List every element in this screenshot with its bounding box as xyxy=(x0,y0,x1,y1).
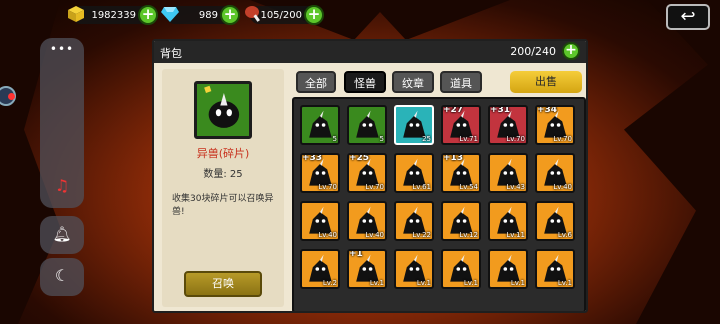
monster-level-label: Lv.70 xyxy=(553,135,572,143)
return-arrow-icon: ↩ xyxy=(680,6,696,27)
monster-slot[interactable]: Lv.43 xyxy=(488,153,528,193)
monster-slot[interactable]: Lv.6 xyxy=(535,201,575,241)
add-meat-button[interactable]: + xyxy=(304,5,324,25)
sell-button[interactable]: 出售 xyxy=(510,71,582,93)
gold-icon xyxy=(66,4,86,24)
monster-slot[interactable]: +33 Lv.70 xyxy=(300,153,340,193)
monster-level-label: Lv.22 xyxy=(412,231,431,239)
gold-counter: 1982339 + xyxy=(68,5,158,25)
monster-slot[interactable]: +34 Lv.70 xyxy=(535,105,575,145)
selected-item-description: 收集30块碎片可以召唤异兽! xyxy=(172,194,274,217)
monster-slot[interactable]: +1 Lv.1 xyxy=(347,249,387,289)
moon-icon: ☾ xyxy=(54,266,70,285)
monster-level-label: Lv.6 xyxy=(557,231,572,239)
monster-level-label: Lv.1 xyxy=(557,279,572,287)
panel-titlebar: 背包 200/240 + xyxy=(154,41,586,63)
monster-level-label: Lv.40 xyxy=(318,231,337,239)
monster-level-label: Lv.71 xyxy=(459,135,478,143)
monster-level-label: Lv.70 xyxy=(365,183,384,191)
monster-slot[interactable]: Lv.11 xyxy=(488,201,528,241)
monster-level-label: Lv.40 xyxy=(553,183,572,191)
monster-slot[interactable]: +27 Lv.71 xyxy=(441,105,481,145)
monster-level-label: 5 xyxy=(332,135,337,143)
monster-level-label: Lv.70 xyxy=(506,135,525,143)
monster-level-label: Lv.2 xyxy=(322,279,337,287)
monster-level-label: Lv.11 xyxy=(506,231,525,239)
bell-icon: 🔔︎ xyxy=(52,225,72,243)
meat-value: 105/200 xyxy=(260,9,302,21)
monster-star-bonus: +13 xyxy=(443,153,464,163)
monster-slot[interactable]: Lv.22 xyxy=(394,201,434,241)
more-dots-icon[interactable]: ••• xyxy=(40,42,84,56)
backpack-panel: 背包 200/240 + 异兽(碎片) 数量: 25 收集30块碎片可以召唤异兽… xyxy=(152,39,588,313)
monster-slot[interactable]: +25 Lv.70 xyxy=(347,153,387,193)
monster-level-label: Lv.12 xyxy=(459,231,478,239)
monster-star-bonus: +33 xyxy=(302,153,323,163)
music-off-icon[interactable]: ♫ xyxy=(40,176,84,195)
monster-slot[interactable]: 5 xyxy=(347,105,387,145)
monster-level-label: Lv.54 xyxy=(459,183,478,191)
monster-level-label: 25 xyxy=(422,135,431,143)
capacity-value: 200/240 xyxy=(510,45,556,58)
meat-icon xyxy=(244,4,264,24)
monster-slot[interactable]: 25 xyxy=(394,105,434,145)
back-button[interactable]: ↩ xyxy=(666,4,710,30)
item-detail-pane: 异兽(碎片) 数量: 25 收集30块碎片可以召唤异兽! 召唤 xyxy=(162,69,284,307)
monster-level-label: Lv.43 xyxy=(506,183,525,191)
monster-level-label: Lv.1 xyxy=(369,279,384,287)
monster-star-bonus: +1 xyxy=(349,249,363,259)
tab-emblems[interactable]: 纹章 xyxy=(392,71,434,93)
monster-level-label: Lv.61 xyxy=(412,183,431,191)
monster-slot[interactable]: +13 Lv.54 xyxy=(441,153,481,193)
side-menu: ••• ♫ xyxy=(40,38,84,208)
item-grid: 5 5 25 +27 Lv.71 +31 Lv.70 +34 Lv.70 +33 Lv.70 +25 L… xyxy=(292,97,586,311)
monster-level-label: Lv.1 xyxy=(510,279,525,287)
monster-slot[interactable]: Lv.1 xyxy=(488,249,528,289)
monster-slot[interactable]: Lv.2 xyxy=(300,249,340,289)
selected-item-name: 异兽(碎片) xyxy=(196,147,250,160)
gold-value: 1982339 xyxy=(91,9,136,21)
monster-slot[interactable]: Lv.1 xyxy=(394,249,434,289)
tab-monsters[interactable]: 怪兽 xyxy=(344,71,386,93)
monster-level-label: Lv.1 xyxy=(416,279,431,287)
gems-counter: 989 + xyxy=(161,5,240,25)
background-spike xyxy=(624,0,720,324)
monster-level-label: Lv.40 xyxy=(365,231,384,239)
add-gold-button[interactable]: + xyxy=(138,5,158,25)
selected-item-quantity: 数量: 25 xyxy=(203,169,243,180)
monster-slot[interactable]: Lv.40 xyxy=(347,201,387,241)
monster-slot[interactable]: Lv.12 xyxy=(441,201,481,241)
gem-icon xyxy=(160,4,180,24)
monster-slot[interactable]: Lv.61 xyxy=(394,153,434,193)
monster-star-bonus: +31 xyxy=(490,105,511,115)
tab-items[interactable]: 道具 xyxy=(440,71,482,93)
tab-all[interactable]: 全部 xyxy=(296,71,336,93)
add-gems-button[interactable]: + xyxy=(220,5,240,25)
monster-slot[interactable]: Lv.40 xyxy=(300,201,340,241)
monster-star-bonus: +25 xyxy=(349,153,370,163)
panel-title: 背包 xyxy=(160,47,182,60)
monster-level-label: Lv.70 xyxy=(318,183,337,191)
meat-counter: 105/200 + xyxy=(245,5,324,25)
summon-button[interactable]: 召唤 xyxy=(184,271,262,297)
selected-item-icon xyxy=(194,81,252,139)
monster-star-bonus: +27 xyxy=(443,105,464,115)
expand-capacity-button[interactable]: + xyxy=(562,42,580,60)
notification-dot xyxy=(8,93,15,100)
monster-slot[interactable]: 5 xyxy=(300,105,340,145)
night-mode-button[interactable]: ☾ xyxy=(40,258,84,296)
monster-slot[interactable]: Lv.40 xyxy=(535,153,575,193)
monster-level-label: 5 xyxy=(379,135,384,143)
notification-button[interactable]: 🔔︎ xyxy=(40,216,84,254)
monster-slot[interactable]: +31 Lv.70 xyxy=(488,105,528,145)
monster-star-bonus: +34 xyxy=(537,105,558,115)
monster-slot[interactable]: Lv.1 xyxy=(441,249,481,289)
gems-value: 989 xyxy=(198,9,218,21)
monster-slot[interactable]: Lv.1 xyxy=(535,249,575,289)
monster-level-label: Lv.1 xyxy=(463,279,478,287)
